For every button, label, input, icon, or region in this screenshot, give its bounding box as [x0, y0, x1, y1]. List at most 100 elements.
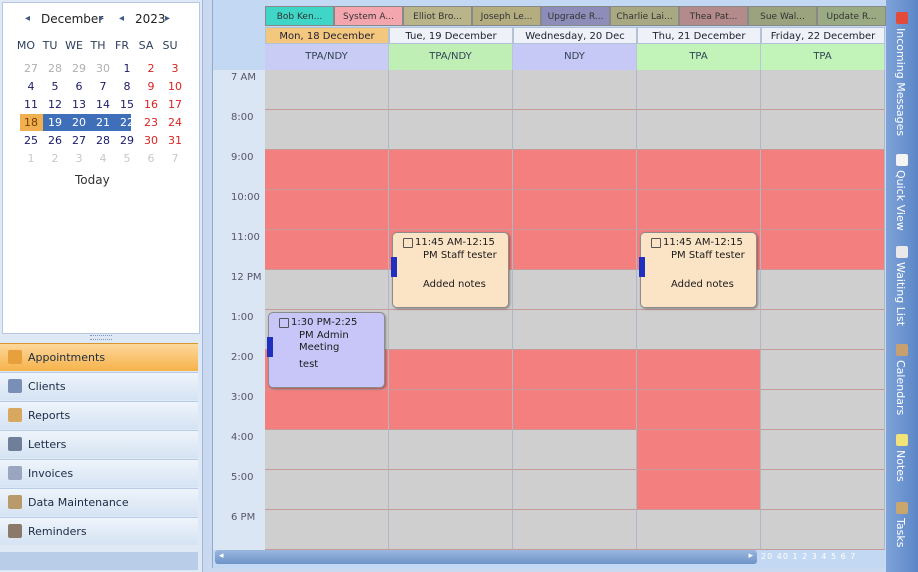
- time-slot[interactable]: [637, 350, 761, 390]
- time-slot[interactable]: [513, 110, 637, 150]
- scroll-right-icon[interactable]: ▸: [748, 551, 753, 561]
- calendar-day[interactable]: 7: [164, 150, 186, 167]
- time-slot[interactable]: [389, 310, 513, 350]
- nav-item-clients[interactable]: Clients: [0, 372, 198, 400]
- time-slot[interactable]: [389, 430, 513, 470]
- day-header-cell[interactable]: Friday, 22 December: [761, 27, 885, 44]
- time-slot[interactable]: [761, 230, 885, 270]
- time-slot[interactable]: [637, 470, 761, 510]
- time-slot[interactable]: [513, 510, 637, 550]
- time-slot[interactable]: [637, 510, 761, 550]
- time-slot[interactable]: [389, 150, 513, 190]
- calendar-day[interactable]: 27: [68, 132, 90, 149]
- time-slot[interactable]: [637, 430, 761, 470]
- appointment[interactable]: 1:30 PM-2:25 PM Admin Meeting test: [267, 312, 385, 388]
- time-slot[interactable]: [513, 430, 637, 470]
- calendar-day[interactable]: 11: [20, 96, 42, 113]
- calendar-day[interactable]: 4: [20, 78, 42, 95]
- time-slot[interactable]: [513, 350, 637, 390]
- resource-tab[interactable]: Elliot Bro...: [403, 6, 472, 26]
- nav-item-reports[interactable]: Reports: [0, 401, 198, 429]
- calendar-day[interactable]: 8: [116, 78, 138, 95]
- calendar-day[interactable]: 22: [116, 114, 138, 131]
- calendar-day[interactable]: 30: [140, 132, 162, 149]
- resource-tab[interactable]: Charlie Lai...: [610, 6, 679, 26]
- calendar-day[interactable]: 13: [68, 96, 90, 113]
- time-slot[interactable]: [389, 510, 513, 550]
- calendar-day[interactable]: 25: [20, 132, 42, 149]
- time-slot[interactable]: [761, 310, 885, 350]
- year-label[interactable]: 2023: [135, 12, 166, 26]
- calendar-day[interactable]: 31: [164, 132, 186, 149]
- time-slot[interactable]: [389, 110, 513, 150]
- calendar-day[interactable]: 28: [92, 132, 114, 149]
- time-slot[interactable]: [265, 430, 389, 470]
- time-slot[interactable]: [389, 350, 513, 390]
- time-slot[interactable]: [761, 190, 885, 230]
- appointment[interactable]: 11:45 AM-12:15 PM Staff tester Added notes: [639, 232, 757, 308]
- time-slot[interactable]: [761, 350, 885, 390]
- calendar-day[interactable]: 1: [116, 60, 138, 77]
- time-slot[interactable]: [265, 190, 389, 230]
- time-slot[interactable]: [761, 470, 885, 510]
- calendar-day[interactable]: 3: [164, 60, 186, 77]
- time-slot[interactable]: [637, 110, 761, 150]
- time-slot[interactable]: [513, 310, 637, 350]
- prev-year-icon[interactable]: ◂: [119, 13, 124, 24]
- time-slot[interactable]: [265, 510, 389, 550]
- resource-tab[interactable]: Update R...: [817, 6, 886, 26]
- time-slot[interactable]: [761, 110, 885, 150]
- calendar-day[interactable]: 18: [20, 114, 42, 131]
- zoom-scale[interactable]: 20 40 1 2 3 4 5 6 7: [761, 552, 856, 561]
- appointment[interactable]: 11:45 AM-12:15 PM Staff tester Added notes: [391, 232, 509, 308]
- calendar-day[interactable]: 16: [140, 96, 162, 113]
- calendar-day[interactable]: 15: [116, 96, 138, 113]
- time-slot[interactable]: [513, 150, 637, 190]
- time-slot[interactable]: [637, 70, 761, 110]
- time-slot[interactable]: [637, 190, 761, 230]
- day-header-cell[interactable]: Thu, 21 December: [637, 27, 761, 44]
- nav-item-reminders[interactable]: Reminders: [0, 517, 198, 545]
- calendar-day[interactable]: 14: [92, 96, 114, 113]
- calendar-day[interactable]: 6: [140, 150, 162, 167]
- day-header-cell[interactable]: Mon, 18 December: [265, 27, 389, 44]
- time-slot[interactable]: [265, 150, 389, 190]
- next-month-icon[interactable]: ▸: [99, 13, 104, 24]
- calendar-day[interactable]: 24: [164, 114, 186, 131]
- calendar-day[interactable]: 20: [68, 114, 90, 131]
- calendar-day[interactable]: 26: [44, 132, 66, 149]
- time-slot[interactable]: [265, 110, 389, 150]
- calendar-day[interactable]: 10: [164, 78, 186, 95]
- calendar-day[interactable]: 9: [140, 78, 162, 95]
- day-header-cell[interactable]: Wednesday, 20 Dec: [513, 27, 637, 44]
- time-slot[interactable]: [513, 470, 637, 510]
- calendar-day[interactable]: 3: [68, 150, 90, 167]
- time-slot[interactable]: [265, 230, 389, 270]
- time-slot[interactable]: [265, 270, 389, 310]
- calendar-day[interactable]: 2: [140, 60, 162, 77]
- calendar-day[interactable]: 28: [44, 60, 66, 77]
- prev-month-icon[interactable]: ◂: [25, 13, 30, 24]
- time-slot[interactable]: [265, 390, 389, 430]
- today-button[interactable]: Today: [75, 173, 110, 187]
- time-slot[interactable]: [265, 70, 389, 110]
- calendar-day[interactable]: 19: [44, 114, 66, 131]
- nav-item-letters[interactable]: Letters: [0, 430, 198, 458]
- time-slot[interactable]: [389, 470, 513, 510]
- time-slot[interactable]: [761, 390, 885, 430]
- calendar-day[interactable]: 21: [92, 114, 114, 131]
- calendar-day[interactable]: 17: [164, 96, 186, 113]
- calendar-day[interactable]: 29: [68, 60, 90, 77]
- time-slot[interactable]: [637, 390, 761, 430]
- time-slot[interactable]: [761, 70, 885, 110]
- resource-tab[interactable]: Sue Wal...: [748, 6, 817, 26]
- panel-splitter[interactable]: [90, 335, 112, 340]
- day-header-cell[interactable]: Tue, 19 December: [389, 27, 513, 44]
- calendar-day[interactable]: 2: [44, 150, 66, 167]
- time-slot[interactable]: [389, 70, 513, 110]
- calendar-day[interactable]: 30: [92, 60, 114, 77]
- next-year-icon[interactable]: ▸: [165, 13, 170, 24]
- time-slot[interactable]: [389, 390, 513, 430]
- resource-tab[interactable]: Thea Pat...: [679, 6, 748, 26]
- time-slot[interactable]: [761, 510, 885, 550]
